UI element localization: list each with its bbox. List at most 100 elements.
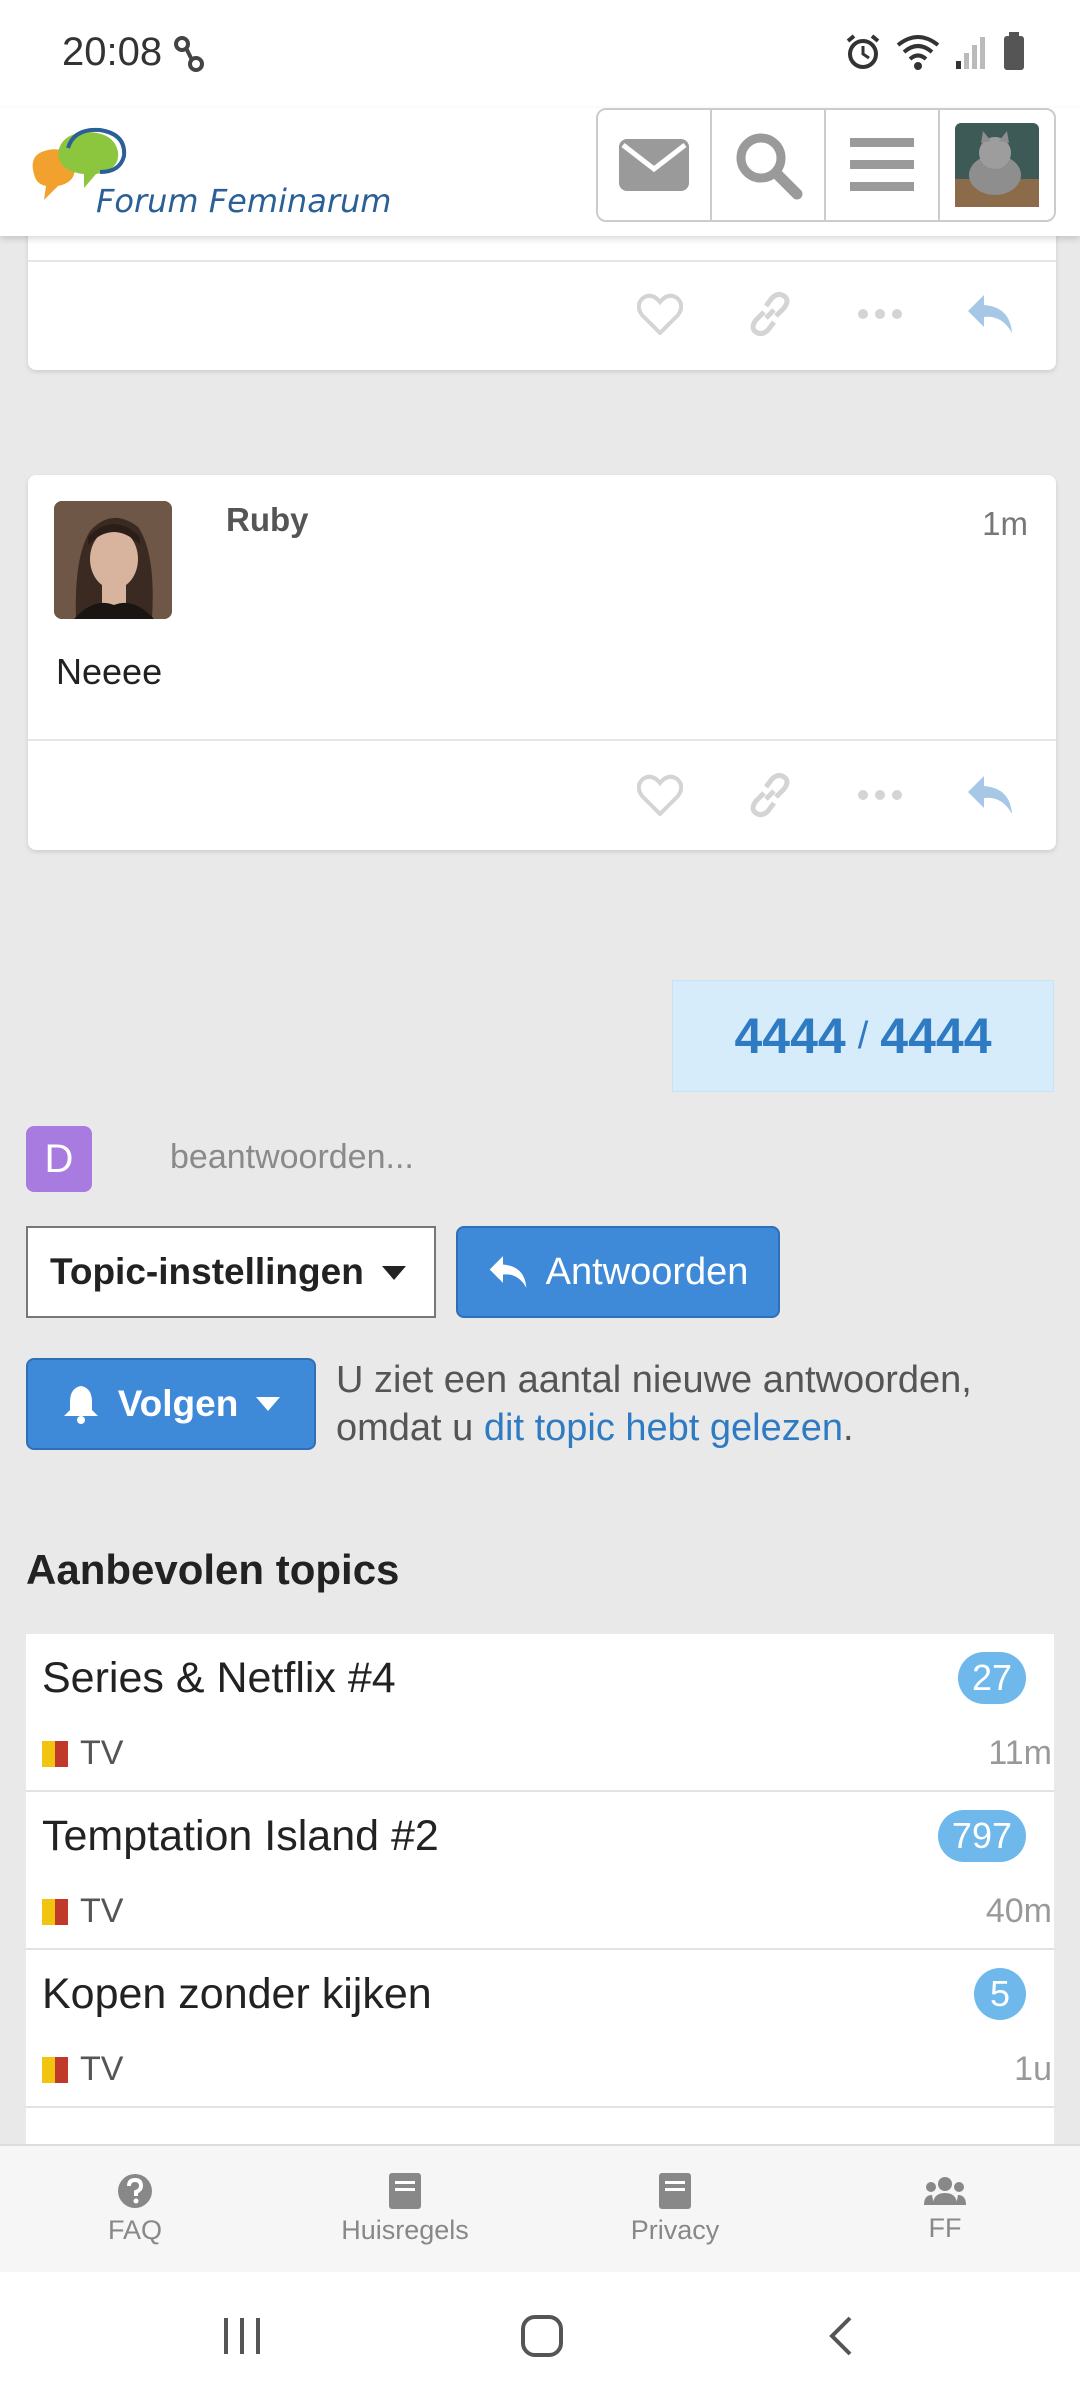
search-button[interactable] xyxy=(712,110,826,220)
menu-button[interactable] xyxy=(826,110,940,220)
reply-icon xyxy=(968,776,1012,814)
category-color-badge xyxy=(42,2056,68,2083)
header-buttons xyxy=(596,108,1056,222)
question-icon xyxy=(118,2173,152,2208)
recent-apps-icon[interactable] xyxy=(222,2314,262,2358)
site-logo[interactable]: Forum Feminarum xyxy=(24,118,391,228)
topic-reply-count[interactable]: 27 xyxy=(957,1652,1026,1704)
topic-category[interactable]: TV xyxy=(42,2050,123,2089)
category-color-badge xyxy=(42,1898,68,1925)
user-avatar xyxy=(955,123,1039,207)
link-icon xyxy=(750,291,790,337)
more-button[interactable] xyxy=(854,288,906,340)
topic-category[interactable]: TV xyxy=(42,1892,123,1931)
footer-nav-huisregels[interactable]: Huisregels xyxy=(270,2146,540,2272)
post-body-text: Neeee xyxy=(56,651,163,692)
home-icon[interactable] xyxy=(520,2314,564,2358)
caret-down-icon xyxy=(382,1266,406,1280)
topic-row[interactable]: Temptation Island #2 797 TV 40m xyxy=(26,1792,1054,1950)
post-card: Ruby 1m Neeee xyxy=(28,475,1056,850)
topic-settings-label: Topic-instellingen xyxy=(50,1251,364,1292)
footer-nav-privacy[interactable]: Privacy xyxy=(540,2146,810,2272)
author-avatar-image xyxy=(54,501,172,619)
mail-icon xyxy=(619,139,689,191)
logo-text: Forum Feminarum xyxy=(96,182,392,220)
post-actions xyxy=(634,288,1016,340)
messages-button[interactable] xyxy=(598,110,712,220)
topic-category[interactable]: TV xyxy=(42,1734,123,1773)
footer-nav-label: Privacy xyxy=(630,2214,720,2245)
reply-icon xyxy=(968,295,1012,333)
topic-row[interactable]: Kopen zonder kijken 5 TV 1u xyxy=(26,1950,1054,2108)
share-link-button[interactable] xyxy=(744,769,796,821)
follow-explanation: U ziet een aantal nieuwe antwoorden, omd… xyxy=(336,1356,1056,1452)
status-time: 20:08 xyxy=(62,30,163,74)
current-user-avatar[interactable]: D xyxy=(26,1126,92,1192)
menu-icon xyxy=(850,138,914,191)
read-topic-link[interactable]: dit topic hebt gelezen xyxy=(484,1407,843,1449)
topic-age: 1u xyxy=(1014,2050,1052,2088)
post-author-name[interactable]: Ruby xyxy=(226,501,309,539)
battery-icon xyxy=(1004,32,1024,70)
signal-icon xyxy=(956,37,985,69)
topic-progress-indicator[interactable]: 4444 / 4444 xyxy=(672,980,1054,1092)
post-timestamp[interactable]: 1m xyxy=(982,505,1028,543)
topic-reply-count[interactable]: 797 xyxy=(937,1810,1026,1862)
topic-row[interactable]: Series & Netflix #4 27 TV 11m xyxy=(26,1634,1054,1792)
post-author-avatar[interactable] xyxy=(54,501,172,619)
reply-button[interactable]: Antwoorden xyxy=(456,1226,780,1318)
footer-nav-faq[interactable]: FAQ xyxy=(0,2146,270,2272)
topic-category-label: TV xyxy=(80,1734,124,1772)
footer-nav-label: Huisregels xyxy=(341,2214,469,2245)
footer-nav-ff[interactable]: FF xyxy=(810,2146,1080,2272)
topic-title[interactable]: Temptation Island #2 xyxy=(42,1812,439,1861)
post-actions xyxy=(634,769,1016,821)
post-divider xyxy=(28,739,1056,741)
progress-total: 4444 xyxy=(880,1008,992,1064)
heart-icon xyxy=(637,293,683,335)
follow-text-line1: U ziet een aantal nieuwe antwoorden, xyxy=(336,1359,972,1401)
recommended-topics-heading: Aanbevolen topics xyxy=(26,1546,400,1593)
status-bar: 20:08 xyxy=(0,0,1080,108)
link-icon xyxy=(750,772,790,818)
heart-icon xyxy=(637,774,683,816)
recommended-topics-list: Series & Netflix #4 27 TV 11m Temptation… xyxy=(26,1634,1054,2144)
topic-title[interactable]: Kopen zonder kijken xyxy=(42,1970,432,2019)
link-icon xyxy=(174,36,204,72)
like-button[interactable] xyxy=(634,288,686,340)
follow-text-line2: omdat u xyxy=(336,1407,484,1449)
system-navigation-bar xyxy=(0,2272,1080,2400)
like-button[interactable] xyxy=(634,769,686,821)
progress-separator: / xyxy=(857,1014,869,1057)
quick-reply-input[interactable]: beantwoorden... xyxy=(170,1138,414,1177)
more-button[interactable] xyxy=(854,769,906,821)
reply-post-button[interactable] xyxy=(964,769,1016,821)
users-icon xyxy=(924,2176,966,2205)
share-link-button[interactable] xyxy=(744,288,796,340)
topic-reply-count[interactable]: 5 xyxy=(974,1968,1026,2020)
bell-icon xyxy=(63,1386,98,1424)
ellipsis-icon xyxy=(858,309,902,319)
follow-button-label: Volgen xyxy=(117,1383,239,1424)
topic-settings-dropdown[interactable]: Topic-instellingen xyxy=(26,1226,436,1318)
topic-age: 11m xyxy=(988,1734,1052,1772)
ellipsis-icon xyxy=(858,790,902,800)
search-icon xyxy=(736,133,803,200)
back-icon[interactable] xyxy=(826,2314,856,2358)
footer-nav: FAQ Huisregels Privacy FF xyxy=(0,2144,1080,2272)
follow-text-end: . xyxy=(843,1407,854,1449)
footer-nav-label: FAQ xyxy=(107,2214,162,2245)
follow-dropdown-button[interactable]: Volgen xyxy=(26,1358,316,1450)
topic-title[interactable]: Series & Netflix #4 xyxy=(42,1654,396,1703)
reply-post-button[interactable] xyxy=(964,288,1016,340)
book-icon xyxy=(389,2172,421,2209)
reply-button-label: Antwoorden xyxy=(545,1250,749,1293)
reply-icon xyxy=(489,1256,526,1288)
topic-category-label: TV xyxy=(80,2050,124,2088)
book-icon xyxy=(659,2172,691,2209)
user-avatar-button[interactable] xyxy=(940,110,1054,220)
alarm-icon xyxy=(846,34,880,69)
wifi-icon xyxy=(896,35,940,70)
caret-down-icon xyxy=(256,1397,281,1411)
progress-current: 4444 xyxy=(734,1008,846,1064)
